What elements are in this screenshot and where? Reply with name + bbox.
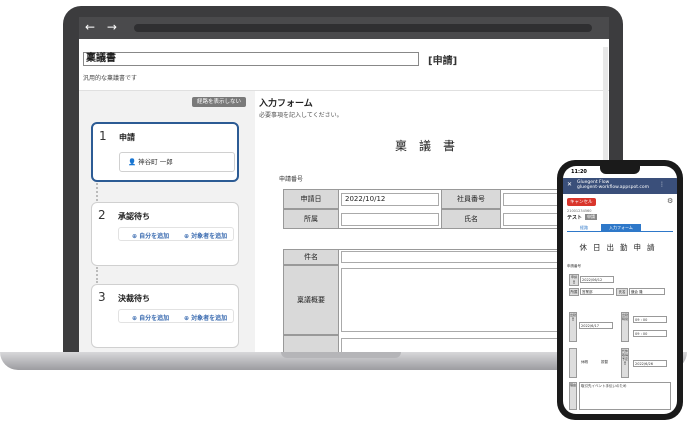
- step-number: 2: [98, 208, 106, 222]
- back-forward-icon[interactable]: ← →: [85, 20, 121, 34]
- employee-no-label: 社員番号: [441, 189, 501, 209]
- phone-apply-date-label: 申請日: [569, 274, 579, 286]
- phone-notch: [600, 166, 640, 174]
- form-pane: 入力フォーム 必要事項を記入してください。 稟議書 申請番号 申請日 2022/…: [255, 91, 609, 353]
- phone-status-badge: 申請: [585, 214, 597, 220]
- phone-choice-1[interactable]: 休暇: [581, 360, 588, 365]
- phone-screen: 11:20 Gluegent Flow gluegent-workflow.ap…: [563, 166, 677, 414]
- phone-comp-label: 代休取得予定日: [621, 348, 629, 378]
- share-icon[interactable]: ⋮: [659, 181, 665, 188]
- add-self-button[interactable]: ⊕ 自分を追加: [132, 313, 169, 322]
- phone-reason-label: 理由: [569, 382, 577, 410]
- apply-date-input[interactable]: 2022/10/12: [341, 193, 439, 206]
- form-heading: 入力フォーム: [259, 99, 313, 109]
- phone-document-title: 休日出勤申請: [579, 243, 661, 252]
- laptop-screen: ← → 稟議書 [申請] 汎用的な稟議書です 経路を表示しない 1 申請 👤 神…: [79, 17, 609, 353]
- phone-dept-input[interactable]: 営業部: [580, 288, 614, 295]
- department-label: 所属: [283, 209, 339, 229]
- phone-end-input[interactable]: 09 : 00: [633, 330, 667, 337]
- hide-route-button[interactable]: 経路を表示しない: [192, 97, 247, 107]
- phone-dept-label: 所属: [569, 288, 579, 296]
- summary-label: 稟議概要: [283, 265, 339, 335]
- phone-work-date-input[interactable]: 2022/6/17: [579, 322, 613, 329]
- phone-work-date-label: 出勤日: [569, 312, 577, 342]
- phone-user-name: テスト: [567, 215, 583, 221]
- step-number: 1: [99, 129, 107, 143]
- assignee-name: 神谷町 一郎: [138, 158, 173, 166]
- phone-meta: 21001234560: [567, 209, 592, 213]
- device-mockup: ← → 稟議書 [申請] 汎用的な稟議書です 経路を表示しない 1 申請 👤 神…: [0, 0, 687, 423]
- gear-icon[interactable]: ⚙: [667, 197, 673, 205]
- name-label: 氏名: [441, 209, 501, 229]
- browser-toolbar: ← →: [79, 17, 609, 39]
- assignee-chip[interactable]: 👤 神谷町 一郎: [119, 152, 235, 172]
- tab-form[interactable]: 入力フォーム: [601, 224, 641, 232]
- tab-route[interactable]: 経路: [567, 224, 601, 232]
- close-icon[interactable]: ✕: [567, 181, 572, 188]
- apply-date-label: 申請日: [283, 189, 339, 209]
- step-card-3[interactable]: 3 決裁待ち ⊕ 自分を追加 ⊕ 対象者を追加: [91, 284, 239, 348]
- form-subtitle: 必要事項を記入してください。: [259, 112, 343, 119]
- address-bar[interactable]: [134, 24, 592, 32]
- status-label: [申請]: [428, 56, 458, 67]
- title-field[interactable]: 稟議書: [83, 52, 419, 66]
- document-title: 稟議書: [395, 139, 468, 153]
- phone-app-no-label: 申請番号: [567, 264, 581, 268]
- route-connector: [96, 183, 98, 201]
- route-connector: [96, 267, 98, 283]
- next-row-label: [283, 335, 339, 353]
- phone-choice-label: [569, 348, 577, 378]
- add-self-button[interactable]: ⊕ 自分を追加: [132, 231, 169, 240]
- phone-comp-input[interactable]: 2022/6/26: [633, 360, 667, 367]
- step-title: 承認待ち: [118, 212, 150, 221]
- add-target-button[interactable]: ⊕ 対象者を追加: [184, 313, 227, 322]
- phone-start-input[interactable]: 09 : 00: [633, 316, 667, 323]
- subject-label: 件名: [283, 249, 339, 265]
- application-number-label: 申請番号: [279, 176, 304, 183]
- step-title: 決裁待ち: [118, 294, 150, 303]
- step-title: 申請: [119, 133, 135, 142]
- person-icon: 👤: [128, 158, 139, 166]
- phone-name-label: 氏名: [616, 288, 628, 296]
- cancel-button[interactable]: キャンセル: [567, 198, 596, 206]
- add-target-button[interactable]: ⊕ 対象者を追加: [184, 231, 227, 240]
- step-card-2[interactable]: 2 承認待ち ⊕ 自分を追加 ⊕ 対象者を追加: [91, 202, 239, 266]
- phone-reason-input[interactable]: 取引先イベント手伝いのため: [579, 382, 671, 410]
- description-text: 汎用的な稟議書です: [83, 75, 138, 82]
- phone-apply-date-input[interactable]: 2022/06/12: [580, 276, 614, 283]
- laptop-notch: [281, 352, 401, 358]
- step-card-1[interactable]: 1 申請 👤 神谷町 一郎: [91, 122, 239, 182]
- phone-start-label: 出勤時間: [621, 312, 629, 342]
- department-input[interactable]: [341, 213, 439, 226]
- phone-choice-2[interactable]: 振替: [601, 360, 608, 365]
- phone-name-input[interactable]: 鎌倉 隆: [629, 288, 665, 295]
- step-number: 3: [98, 290, 106, 304]
